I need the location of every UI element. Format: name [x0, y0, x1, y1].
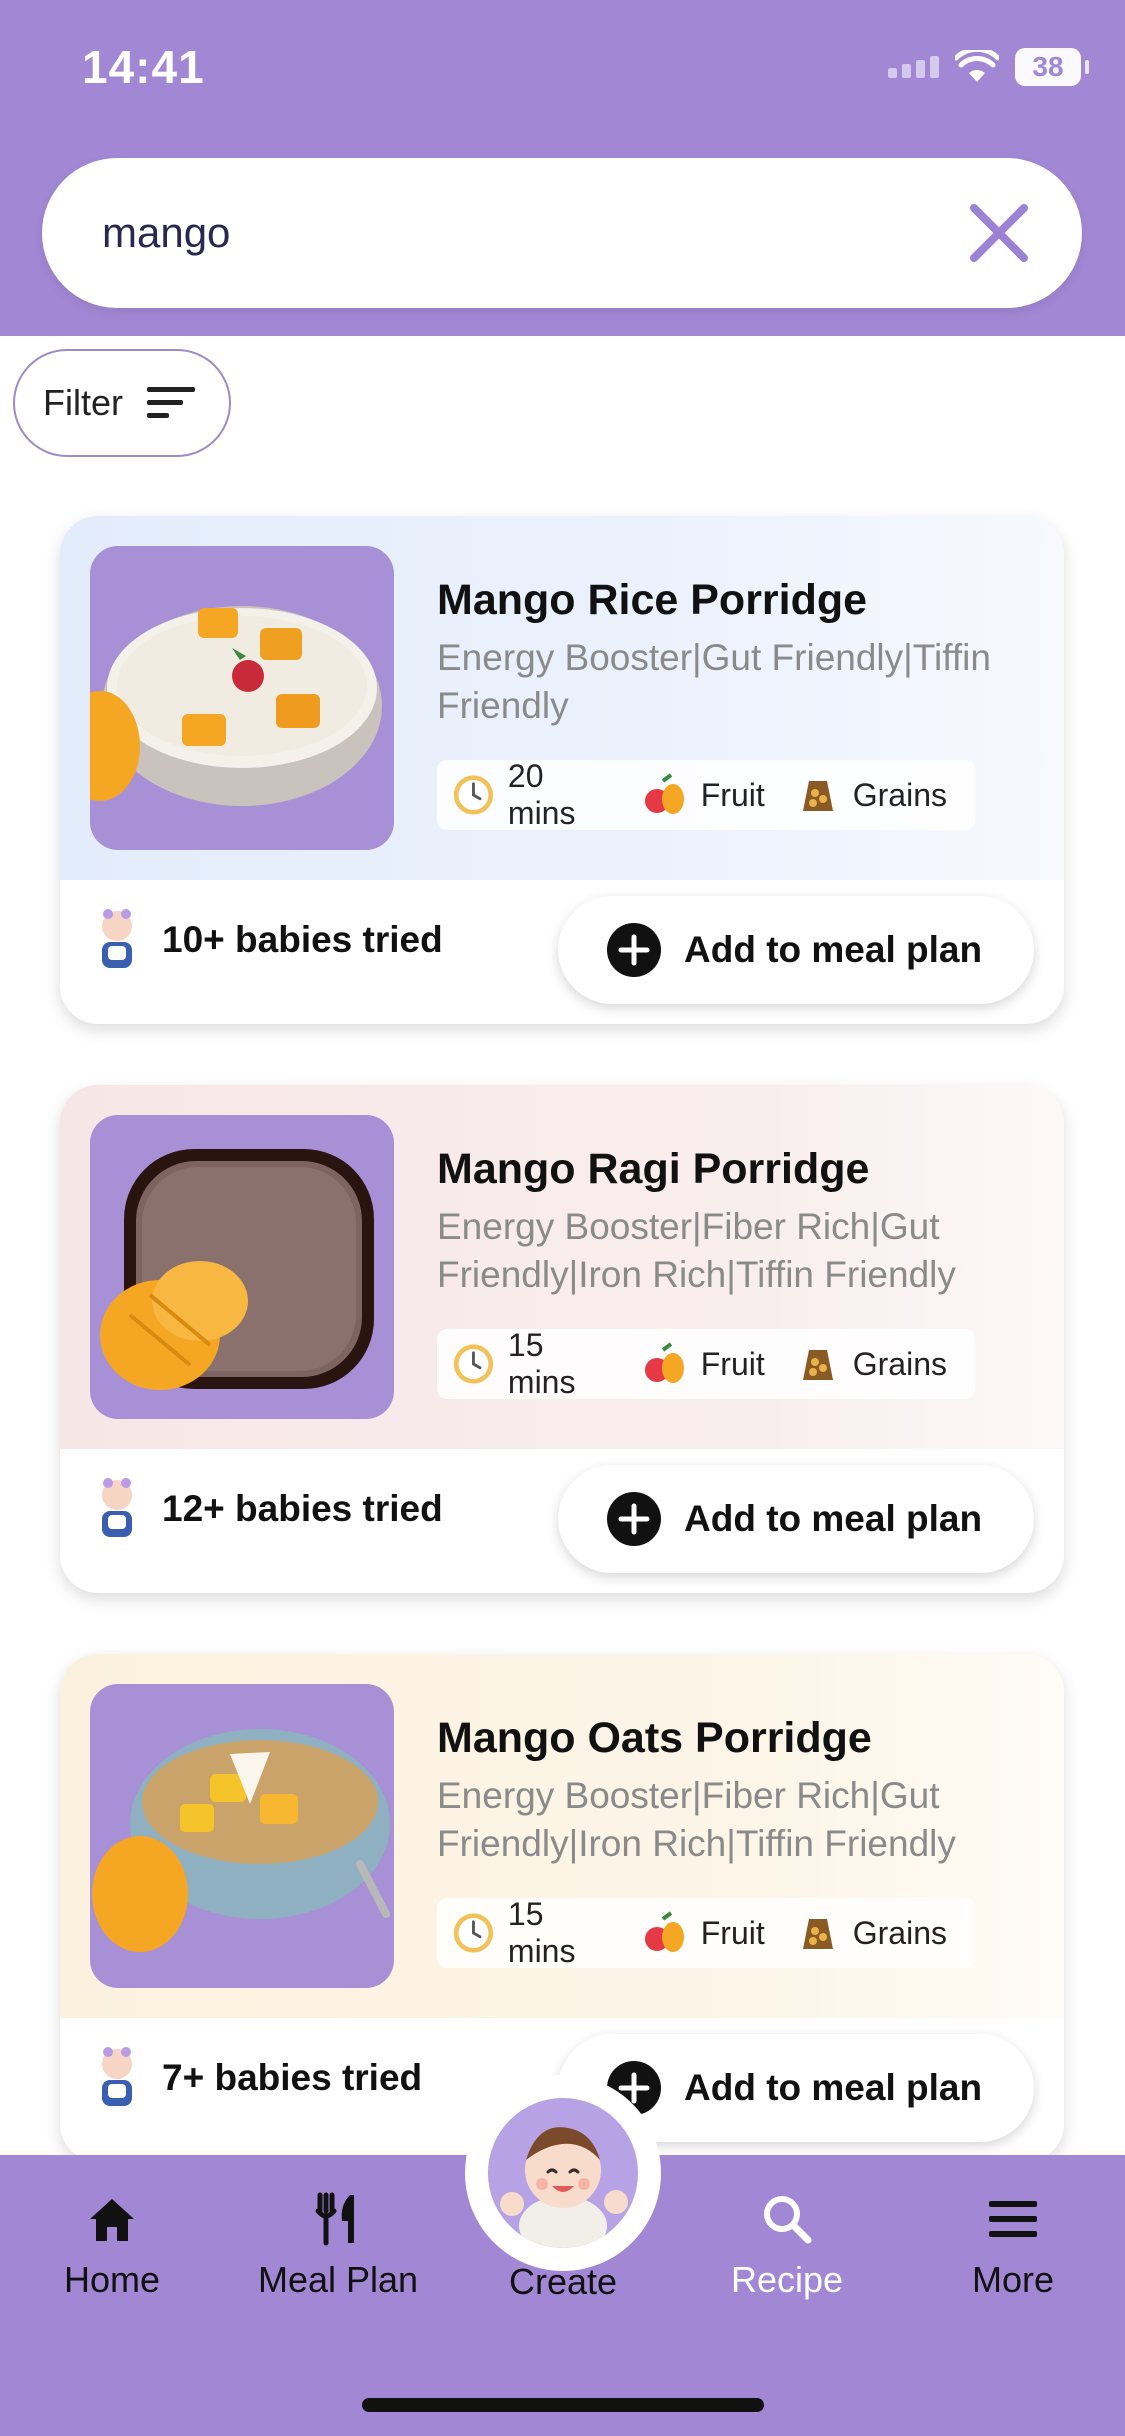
baby-icon: [102, 2047, 132, 2106]
recipe-card-footer: 10+ babies tried Add to meal plan: [60, 880, 1064, 1024]
recipe-card[interactable]: Mango Rice Porridge Energy Booster|Gut F…: [60, 516, 1064, 1024]
menu-icon: [989, 2201, 1037, 2237]
nav-more[interactable]: More: [918, 2191, 1108, 2301]
add-to-meal-plan-button[interactable]: Add to meal plan: [558, 1465, 1034, 1573]
time-chip: 15 mins: [451, 1327, 613, 1401]
nav-recipe[interactable]: Recipe: [692, 2191, 882, 2301]
wifi-icon: [955, 50, 999, 82]
home-indicator[interactable]: [362, 2398, 764, 2412]
recipe-card-header: Mango Rice Porridge Energy Booster|Gut F…: [60, 516, 1064, 880]
recipe-image: [90, 546, 394, 850]
time-label: 20 mins: [507, 758, 576, 831]
status-icons: 38: [888, 48, 1089, 86]
create-button[interactable]: [465, 2075, 661, 2271]
battery-icon: 38: [1015, 48, 1089, 86]
clock-icon: [453, 1913, 494, 1953]
babies-tried-label: 7+ babies tried: [162, 2057, 423, 2098]
time-chip: 15 mins: [451, 1896, 613, 1970]
nav-more-label: More: [971, 2259, 1055, 2300]
babies-tried: 10+ babies tried: [94, 908, 443, 972]
search-icon: [764, 2196, 812, 2244]
fruit-label: Fruit: [700, 776, 765, 813]
grains-label: Grains: [852, 1914, 947, 1951]
bottom-navigation: Home Meal Plan Create Recipe More: [0, 2075, 1125, 2436]
clock-icon: [453, 775, 494, 815]
recipe-meta: 20 mins Fruit Grains: [437, 758, 975, 832]
grains-chip: Grains: [793, 771, 947, 819]
babies-tried: 12+ babies tried: [94, 1477, 443, 1541]
grains-icon: [802, 1919, 833, 1949]
filter-button[interactable]: Filter: [13, 349, 231, 457]
fruit-chip: Fruit: [641, 1909, 765, 1957]
grains-chip: Grains: [793, 1340, 947, 1388]
time-label: 15 mins: [507, 1327, 576, 1400]
recipe-image: [90, 1684, 394, 1988]
recipe-tags: Energy Booster|Gut Friendly|Tiffin Frien…: [437, 637, 991, 726]
plus-icon: [607, 923, 661, 977]
nav-create-label[interactable]: Create: [466, 2261, 660, 2303]
recipe-tags: Energy Booster|Fiber Rich|Gut Friendly|I…: [437, 1206, 956, 1295]
grains-label: Grains: [852, 1345, 947, 1382]
add-to-meal-plan-label: Add to meal plan: [684, 929, 983, 970]
grains-icon: [802, 1350, 833, 1380]
fruit-label: Fruit: [700, 1345, 765, 1382]
recipe-card-header: Mango Ragi Porridge Energy Booster|Fiber…: [60, 1085, 1064, 1449]
add-to-meal-plan-label: Add to meal plan: [684, 2067, 983, 2108]
babies-tried: 7+ babies tried: [94, 2046, 422, 2110]
grains-label: Grains: [852, 776, 947, 813]
cutlery-icon: [315, 2192, 354, 2246]
baby-icon: [102, 1478, 132, 1537]
baby-icon: [102, 909, 132, 968]
recipe-card-footer: 12+ babies tried Add to meal plan: [60, 1449, 1064, 1593]
add-to-meal-plan-button[interactable]: Add to meal plan: [558, 896, 1034, 1004]
grains-chip: Grains: [793, 1909, 947, 1957]
filter-icon: [147, 387, 195, 418]
filter-label: Filter: [43, 382, 123, 423]
fruit-icon: [644, 773, 684, 814]
time-label: 15 mins: [507, 1896, 576, 1969]
nav-home-label: Home: [63, 2259, 161, 2300]
fruit-chip: Fruit: [641, 771, 765, 819]
search-value: mango: [102, 209, 231, 256]
clock-icon: [453, 1344, 494, 1384]
fruit-icon: [644, 1342, 684, 1383]
recipe-meta: 15 mins Fruit Grains: [437, 1896, 975, 1970]
nav-meal-plan[interactable]: Meal Plan: [243, 2191, 433, 2301]
add-to-meal-plan-label: Add to meal plan: [684, 1498, 983, 1539]
recipe-title: Mango Ragi Porridge: [437, 1145, 870, 1193]
recipe-card-header: Mango Oats Porridge Energy Booster|Fiber…: [60, 1654, 1064, 2018]
nav-meal-plan-label: Meal Plan: [257, 2259, 419, 2300]
close-icon[interactable]: [966, 200, 1032, 266]
fruit-chip: Fruit: [641, 1340, 765, 1388]
recipe-card[interactable]: Mango Ragi Porridge Energy Booster|Fiber…: [60, 1085, 1064, 1593]
recipe-title: Mango Oats Porridge: [437, 1714, 872, 1762]
recipe-image: [90, 1115, 394, 1419]
recipe-meta: 15 mins Fruit Grains: [437, 1327, 975, 1401]
babies-tried-label: 10+ babies tried: [162, 919, 443, 960]
babies-tried-label: 12+ babies tried: [162, 1488, 443, 1529]
cellular-signal-icon: [888, 56, 939, 78]
nav-recipe-label: Recipe: [730, 2259, 844, 2300]
home-icon: [90, 2199, 134, 2241]
fruit-icon: [644, 1911, 684, 1952]
baby-avatar-icon: [488, 2098, 638, 2248]
header: 14:41 38 mango: [0, 0, 1125, 336]
fruit-label: Fruit: [700, 1914, 765, 1951]
time-chip: 20 mins: [451, 758, 613, 832]
plus-icon: [607, 1492, 661, 1546]
search-input[interactable]: mango: [42, 158, 1082, 308]
nav-home[interactable]: Home: [17, 2191, 207, 2301]
recipe-title: Mango Rice Porridge: [437, 576, 868, 624]
grains-icon: [802, 781, 833, 811]
recipe-tags: Energy Booster|Fiber Rich|Gut Friendly|I…: [437, 1775, 956, 1864]
status-time: 14:41: [82, 41, 205, 93]
